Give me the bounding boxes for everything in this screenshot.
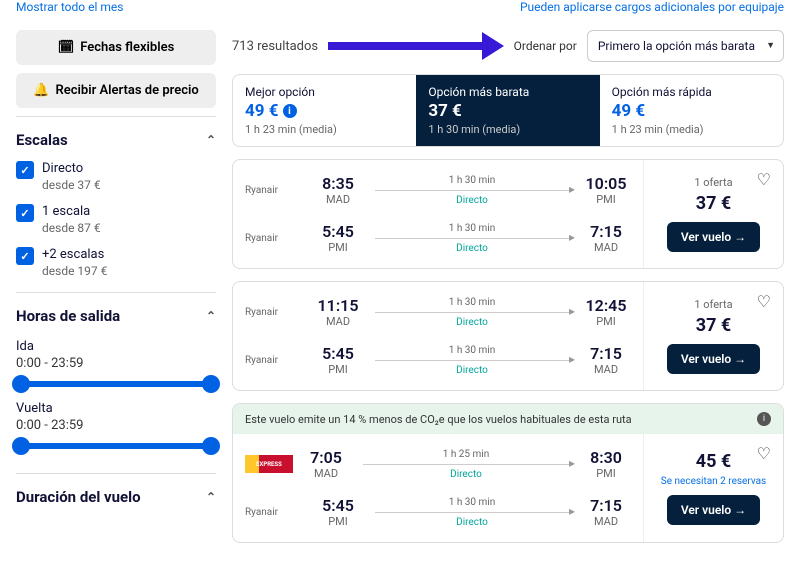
flight-leg: Ryanair 5:45PMI 1 h 30 minDirecto 7:15MA… bbox=[233, 214, 643, 262]
info-icon[interactable]: i bbox=[283, 104, 297, 118]
stops-toggle[interactable]: Escalas ⌃ bbox=[16, 131, 216, 149]
filter-1stop[interactable]: 1 escala desde 87 € bbox=[16, 204, 216, 235]
flight-leg: Ryanair 11:15MAD 1 h 30 minDirecto 12:45… bbox=[233, 288, 643, 336]
baggage-fees-link[interactable]: Pueden aplicarse cargos adicionales por … bbox=[520, 0, 784, 14]
chevron-up-icon: ⌃ bbox=[206, 133, 216, 147]
arrival-time: 10:05 bbox=[581, 174, 631, 193]
favorite-icon[interactable]: ♡ bbox=[757, 170, 771, 189]
return-time-slider[interactable] bbox=[18, 443, 214, 449]
annotation-arrow bbox=[328, 34, 504, 58]
offers-count: 1 oferta bbox=[694, 298, 732, 311]
chevron-up-icon: ⌃ bbox=[206, 309, 216, 323]
slider-handle-min[interactable] bbox=[12, 375, 30, 393]
view-flight-button[interactable]: Ver vuelo → bbox=[667, 495, 760, 525]
favorite-icon[interactable]: ♡ bbox=[757, 444, 771, 463]
sort-tabs: Mejor opción 49 €i 1 h 23 min (media)Opc… bbox=[232, 74, 784, 147]
chevron-up-icon: ⌃ bbox=[206, 490, 216, 504]
calendar-icon: 🗓 bbox=[58, 40, 75, 55]
departure-time: 5:45 bbox=[313, 222, 363, 241]
airline-name: Ryanair bbox=[245, 507, 305, 518]
flight-card: Ryanair 8:35MAD 1 h 30 minDirecto 10:05P… bbox=[232, 159, 784, 269]
filter-2stops[interactable]: +2 escalas desde 197 € bbox=[16, 247, 216, 278]
show-month-link[interactable]: Mostrar todo el mes bbox=[16, 0, 123, 14]
airline-name: Ryanair bbox=[245, 185, 305, 196]
results-count: 713 resultados bbox=[232, 39, 318, 54]
price-alert-button[interactable]: 🔔 Recibir Alertas de precio bbox=[16, 73, 216, 108]
tab-opción-más-rápida[interactable]: Opción más rápida 49 € 1 h 23 min (media… bbox=[600, 75, 783, 146]
sort-select[interactable]: Primero la opción más barata bbox=[587, 30, 784, 62]
flight-price: 45 € bbox=[696, 451, 731, 472]
checkbox-icon[interactable] bbox=[16, 247, 34, 265]
airline-name: Ryanair bbox=[245, 307, 305, 318]
flight-card: Este vuelo emite un 14 % menos de CO₂e q… bbox=[232, 403, 784, 543]
flight-leg: Ryanair 5:45PMI 1 h 30 minDirecto 7:15MA… bbox=[233, 488, 643, 536]
flight-price: 37 € bbox=[696, 193, 731, 214]
duration-toggle[interactable]: Duración del vuelo ⌃ bbox=[16, 488, 216, 506]
filter-direct[interactable]: Directo desde 37 € bbox=[16, 161, 216, 192]
flight-card: Ryanair 11:15MAD 1 h 30 minDirecto 12:45… bbox=[232, 281, 784, 391]
arrival-time: 7:15 bbox=[581, 344, 631, 363]
offers-count: 1 oferta bbox=[694, 176, 732, 189]
slider-handle-max[interactable] bbox=[202, 375, 220, 393]
favorite-icon[interactable]: ♡ bbox=[757, 292, 771, 311]
departure-time: 7:05 bbox=[301, 448, 351, 467]
arrival-time: 7:15 bbox=[581, 222, 631, 241]
tab-opción-más-barata[interactable]: Opción más barata 37 € 1 h 30 min (media… bbox=[416, 75, 599, 146]
slider-handle-min[interactable] bbox=[12, 437, 30, 455]
airline-name: Ryanair bbox=[245, 233, 305, 244]
departure-time: 8:35 bbox=[313, 174, 363, 193]
departure-time: 11:15 bbox=[313, 296, 363, 315]
arrival-time: 12:45 bbox=[581, 296, 631, 315]
arrival-time: 8:30 bbox=[581, 448, 631, 467]
tab-mejor-opción[interactable]: Mejor opción 49 €i 1 h 23 min (media) bbox=[233, 75, 416, 146]
view-flight-button[interactable]: Ver vuelo → bbox=[667, 344, 760, 374]
results-main: 713 resultados Ordenar por Primero la op… bbox=[232, 30, 784, 555]
eco-banner: Este vuelo emite un 14 % menos de CO₂e q… bbox=[233, 404, 783, 434]
flight-price: 37 € bbox=[696, 315, 731, 336]
bell-icon: 🔔 bbox=[33, 83, 49, 98]
sort-by-label: Ordenar por bbox=[514, 39, 577, 53]
departure-time: 5:45 bbox=[313, 496, 363, 515]
slider-handle-max[interactable] bbox=[202, 437, 220, 455]
airline-logo: EXPRESS bbox=[245, 455, 293, 473]
airline-name: Ryanair bbox=[245, 355, 305, 366]
outbound-time-slider[interactable] bbox=[18, 381, 214, 387]
flight-leg: Ryanair 8:35MAD 1 h 30 minDirecto 10:05P… bbox=[233, 166, 643, 214]
departure-time: 5:45 bbox=[313, 344, 363, 363]
flexible-dates-button[interactable]: 🗓 Fechas flexibles bbox=[16, 30, 216, 65]
filters-sidebar: 🗓 Fechas flexibles 🔔 Recibir Alertas de … bbox=[16, 30, 216, 555]
booking-note: Se necesitan 2 reservas bbox=[661, 476, 766, 487]
checkbox-icon[interactable] bbox=[16, 161, 34, 179]
flight-leg: EXPRESS 7:05MAD 1 h 25 minDirecto 8:30PM… bbox=[233, 440, 643, 488]
arrival-time: 7:15 bbox=[581, 496, 631, 515]
flight-leg: Ryanair 5:45PMI 1 h 30 minDirecto 7:15MA… bbox=[233, 336, 643, 384]
checkbox-icon[interactable] bbox=[16, 204, 34, 222]
info-icon[interactable]: i bbox=[757, 412, 771, 426]
view-flight-button[interactable]: Ver vuelo → bbox=[667, 222, 760, 252]
depart-times-toggle[interactable]: Horas de salida ⌃ bbox=[16, 307, 216, 325]
